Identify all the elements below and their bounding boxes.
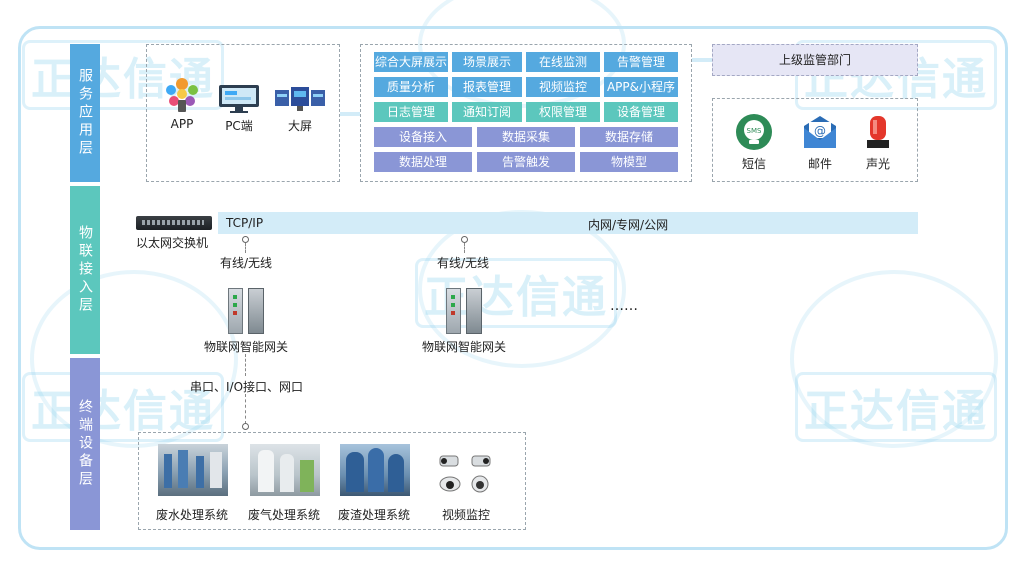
supervisor-box: 上级监管部门	[712, 44, 918, 76]
link-line	[464, 243, 465, 253]
func-dashboard: 综合大屏展示	[374, 52, 448, 72]
func-scene: 场景展示	[452, 52, 522, 72]
link-2-label: 有线/无线	[437, 256, 490, 270]
cctv-cameras-icon	[436, 450, 496, 498]
func-alarm-trigger: 告警触发	[477, 152, 575, 172]
func-notify: 通知订阅	[452, 102, 522, 122]
func-quality: 质量分析	[374, 77, 448, 97]
protocol-label: TCP/IP	[226, 216, 264, 230]
gateway-2-label: 物联网智能网关	[422, 340, 507, 354]
connector	[340, 112, 360, 116]
link-1-label: 有线/无线	[220, 256, 273, 270]
notify-sms-label: 短信	[741, 157, 766, 171]
link-node	[242, 423, 249, 430]
link-node	[242, 236, 249, 243]
func-monitor: 在线监测	[526, 52, 600, 72]
mail-icon: @	[804, 116, 836, 148]
link-line	[245, 354, 246, 376]
func-device: 设备管理	[604, 102, 678, 122]
link-line	[245, 394, 246, 424]
alarm-light-icon	[867, 116, 889, 148]
ethernet-switch-icon	[136, 216, 212, 230]
func-data-process: 数据处理	[374, 152, 472, 172]
func-permission: 权限管理	[526, 102, 600, 122]
wastewater-photo	[158, 444, 228, 496]
notify-light-label: 声光	[865, 157, 890, 171]
svg-text:SMS: SMS	[747, 127, 762, 135]
service-layer-label: 服务应用层	[70, 44, 100, 182]
network-bar	[218, 212, 918, 234]
link-line	[245, 243, 246, 253]
waste-residue-photo	[340, 444, 410, 496]
notify-mail: @ 邮件	[798, 112, 842, 172]
func-alarm: 告警管理	[604, 52, 678, 72]
sms-icon: SMS	[736, 114, 772, 150]
pc-monitor-icon	[219, 85, 259, 113]
func-video: 视频监控	[526, 77, 600, 97]
func-report: 报表管理	[452, 77, 522, 97]
ports-label: 串口、I/O接口、网口	[190, 380, 304, 394]
connector	[692, 58, 712, 62]
ellipsis: ……	[610, 298, 638, 314]
client-app-label: APP	[170, 117, 194, 131]
client-bigscreen: 大屏	[272, 84, 328, 134]
gateway-1-device	[228, 288, 264, 334]
func-data-store: 数据存储	[580, 127, 678, 147]
func-log: 日志管理	[374, 102, 448, 122]
client-bigscreen-label: 大屏	[287, 119, 312, 133]
app-cluster-icon	[166, 78, 198, 112]
notify-mail-label: 邮件	[807, 157, 832, 171]
func-app: APP&小程序	[604, 77, 678, 97]
notify-sms: SMS 短信	[732, 112, 776, 172]
terminal-video-label: 视频监控	[442, 508, 491, 522]
terminal-residue-label: 废渣处理系统	[338, 508, 411, 522]
terminal-wastewater-label: 废水处理系统	[156, 508, 229, 522]
terminal-exhaust-label: 废气处理系统	[248, 508, 321, 522]
switch-label: 以太网交换机	[136, 236, 209, 250]
svg-text:@: @	[814, 124, 826, 138]
link-node	[461, 236, 468, 243]
client-app: APP	[160, 74, 204, 131]
func-thing-model: 物模型	[580, 152, 678, 172]
func-data-collect: 数据采集	[477, 127, 575, 147]
big-screen-icon	[275, 87, 325, 111]
func-device-access: 设备接入	[374, 127, 472, 147]
gateway-1-label: 物联网智能网关	[204, 340, 289, 354]
terminal-layer-label: 终端设备层	[70, 358, 100, 530]
gateway-2-device	[446, 288, 482, 334]
notify-light: 声光	[856, 112, 900, 172]
network-types-label: 内网/专网/公网	[588, 218, 669, 232]
client-pc-label: PC端	[225, 119, 253, 133]
client-pc: PC端	[214, 84, 264, 134]
access-layer-label: 物联接入层	[70, 186, 100, 354]
exhaust-gas-photo	[250, 444, 320, 496]
